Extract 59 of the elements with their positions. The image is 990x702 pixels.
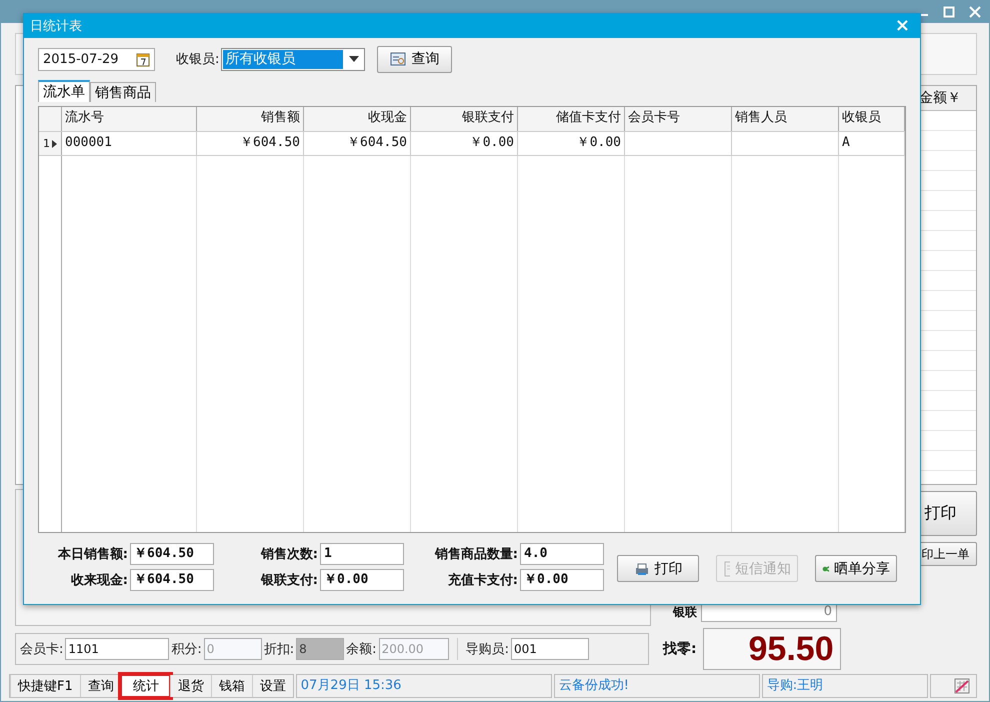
tab[interactable]: 销售商品 [90, 82, 156, 102]
cashier-dropdown[interactable]: 所有收银员 [221, 48, 366, 70]
table-cell: ￥604.50 [304, 132, 411, 155]
calendar-icon[interactable] [136, 52, 150, 66]
change-label: 找零: [663, 640, 697, 658]
change-amount: 95.50 [702, 628, 841, 670]
status-guide: 导购:王明 [762, 674, 928, 698]
status-message: 云备份成功! [554, 674, 760, 698]
column-header[interactable]: 销售人员 [732, 107, 839, 131]
summary-label: 销售次数: [260, 546, 318, 563]
dialog-title: 日统计表 [30, 18, 82, 35]
print-button[interactable]: 打印 [617, 555, 699, 582]
maximize-icon[interactable] [943, 6, 955, 18]
tab[interactable]: 流水单 [38, 80, 90, 102]
table-cell: A [839, 132, 905, 155]
table-cell: 000001 [62, 132, 197, 155]
input-field[interactable]: 1101 [65, 638, 170, 660]
summary-field: ￥0.00 [320, 569, 404, 591]
document-icon [723, 560, 730, 576]
field-label: 导购员: [466, 641, 509, 658]
summary-field: 1 [320, 543, 404, 565]
cashier-label: 收银员: [176, 51, 220, 68]
summary-label: 银联支付: [260, 572, 318, 589]
field-label: 积分: [171, 641, 202, 658]
field-label: 折扣: [264, 641, 294, 658]
summary-label: 充值卡支付: [448, 572, 518, 589]
date-field[interactable]: 2015-07-29 [38, 48, 155, 70]
summary-field: ￥0.00 [520, 569, 604, 591]
field-label: 会员卡: [20, 641, 64, 658]
input-field[interactable]: 001 [510, 638, 589, 660]
table-cell: ￥604.50 [197, 132, 304, 155]
status-button[interactable]: 统计 [120, 675, 170, 697]
table-cell: ￥0.00 [518, 132, 625, 155]
share-button[interactable]: 晒单分享 [815, 555, 897, 582]
table-cell: ￥0.00 [411, 132, 518, 155]
column-header[interactable]: 销售额 [197, 107, 304, 131]
printer-icon [634, 562, 650, 576]
field-label: 余额: [346, 641, 377, 658]
summary-field: 4.0 [520, 543, 604, 565]
calculator-icon[interactable] [954, 678, 970, 694]
close-icon[interactable] [969, 6, 981, 18]
column-header[interactable]: 收银员 [839, 107, 905, 131]
summary-field: ￥604.50 [130, 569, 214, 591]
column-header[interactable]: 储值卡支付 [518, 107, 625, 131]
column-header[interactable]: 会员卡号 [625, 107, 732, 131]
summary-label: 本日销售额: [58, 546, 128, 563]
row-header: 1 [39, 132, 62, 155]
status-datetime: 07月29日 15:36 [296, 674, 552, 698]
caret-icon [349, 56, 360, 62]
column-header[interactable]: 流水号 [62, 107, 197, 131]
summary-field: ￥604.50 [130, 543, 214, 565]
column-header[interactable]: 收现金 [304, 107, 411, 131]
search-icon [390, 52, 406, 66]
summary-label: 收来现金: [70, 572, 128, 589]
summary-label: 销售商品数量: [434, 546, 518, 563]
column-header[interactable]: 银联支付 [411, 107, 518, 131]
query-button[interactable]: 查询 [377, 46, 452, 72]
field-label: 银联 [673, 604, 697, 620]
current-row-icon [52, 140, 57, 148]
